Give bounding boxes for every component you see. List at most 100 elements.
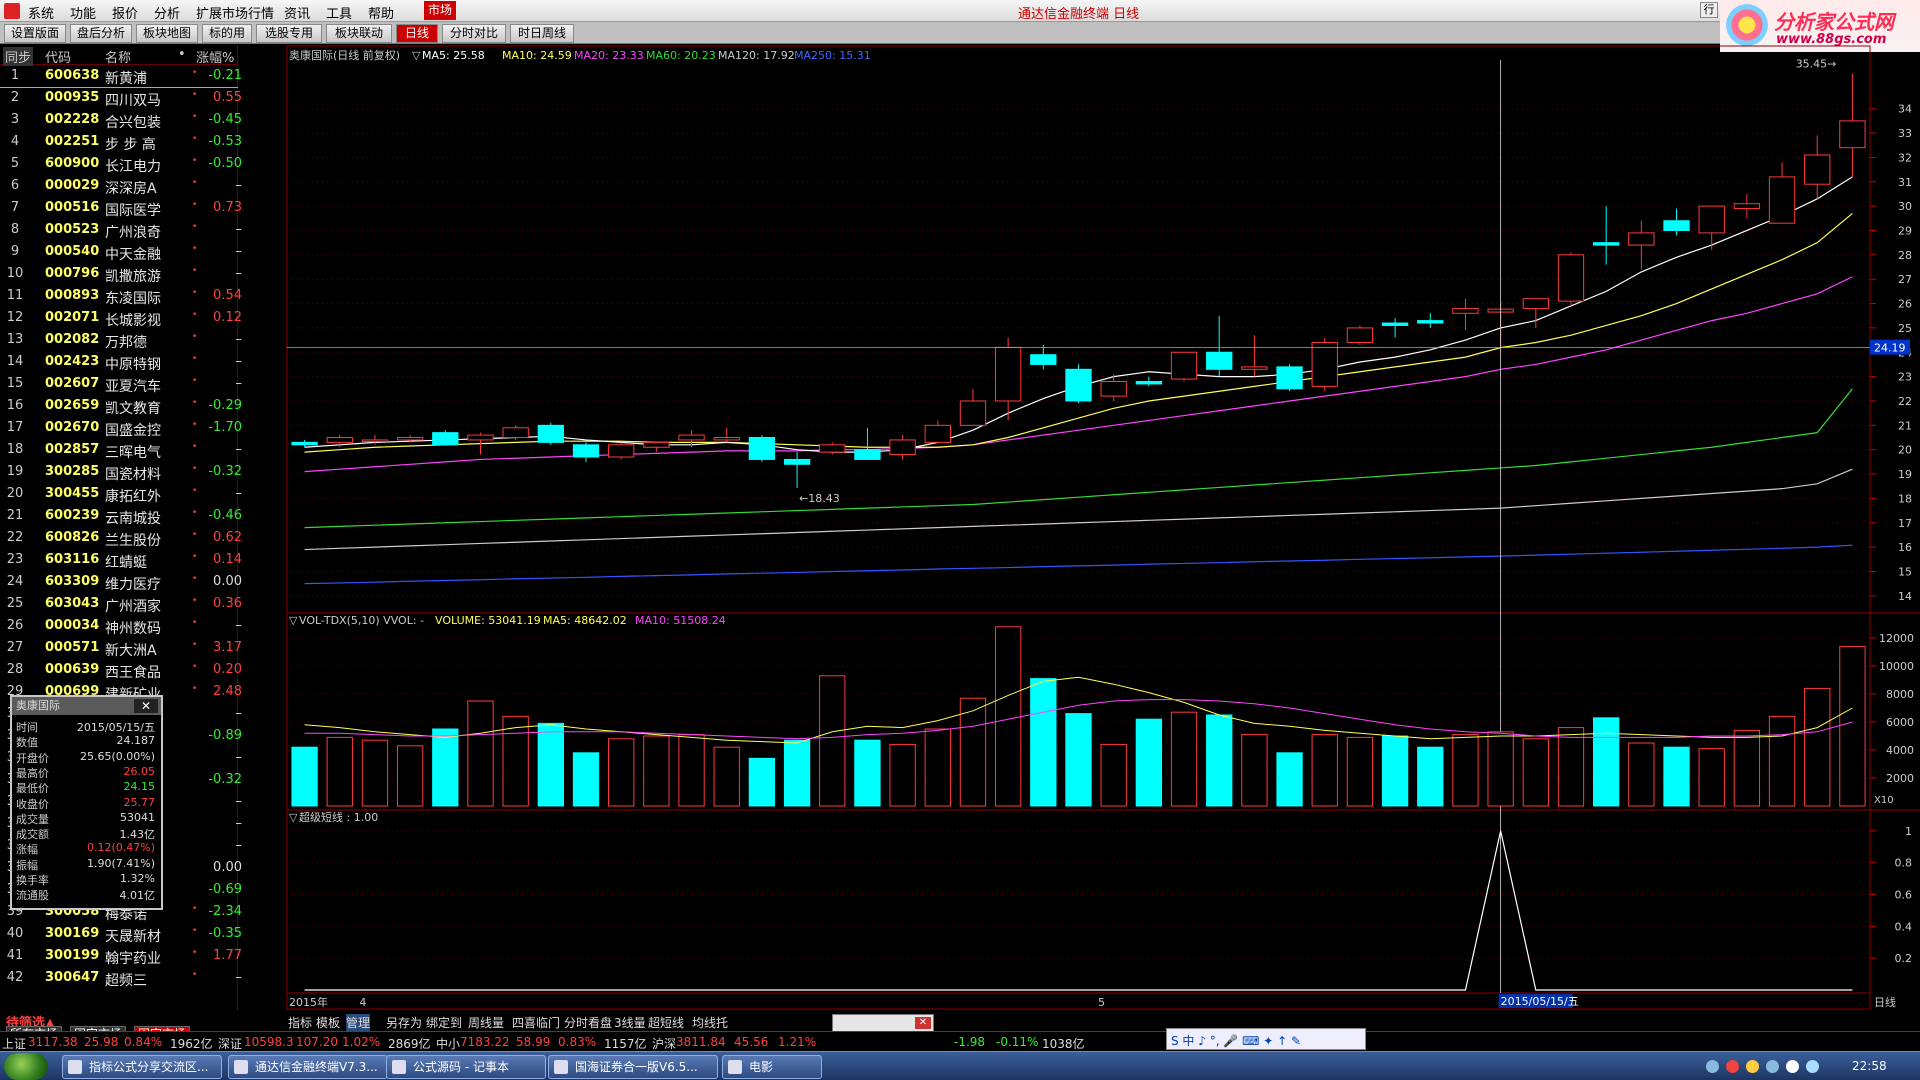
mini-close-icon[interactable]: ✕ [915,1017,931,1029]
candle-body[interactable] [1135,380,1163,385]
volume-bar[interactable] [1768,715,1796,807]
candle-body[interactable] [1276,366,1303,390]
volume-bar[interactable] [361,739,389,807]
candle-body[interactable] [326,437,353,443]
volume-bar[interactable] [854,739,881,807]
candle-body[interactable] [748,437,776,460]
volume-bar[interactable] [291,746,318,807]
window-control-button[interactable]: 行 [1700,2,1718,18]
tab-stock-picking[interactable]: 选股专用 [256,24,322,43]
indicator-dropdown-icon[interactable]: ▽ [289,811,298,824]
volume-bar[interactable] [1557,727,1585,807]
volume-bar[interactable] [1065,713,1092,807]
toolbar-item[interactable]: 指标 [288,1014,312,1031]
volume-bar[interactable] [326,736,353,807]
toolbar-item[interactable]: 均线托 [692,1014,728,1031]
toolbar-item[interactable]: 模板 [316,1014,340,1031]
tab-target[interactable]: 标的用 [202,24,252,43]
volume-bar[interactable] [1346,736,1374,807]
volume-dropdown-icon[interactable]: ▽ [289,614,298,627]
volume-bar[interactable] [1241,734,1268,807]
stock-row[interactable]: 14 002423 中原特钢 – • [0,352,242,374]
stock-row[interactable]: 13 002082 万邦德 – • [0,330,242,352]
stock-row[interactable]: 1 600638 新黄浦 -0.21 • [0,66,242,88]
candle-body[interactable] [1417,320,1444,324]
candle-body[interactable] [1733,203,1761,210]
stock-row[interactable]: 6 000029 深深房A – • [0,176,242,198]
sync-button[interactable]: 同步 [3,47,34,66]
candle-body[interactable] [1768,176,1796,224]
candle-body[interactable] [1170,351,1198,380]
toolbar-item[interactable]: 另存为 [386,1014,422,1031]
stock-row[interactable]: 17 002670 国盛金控 -1.70 • [0,418,242,440]
market-button[interactable]: 市场 [424,1,456,20]
volume-bar[interactable] [713,746,740,807]
taskbar-task[interactable]: 指标公式分享交流区... [62,1055,222,1079]
volume-bar[interactable] [1452,734,1479,807]
tray-icon-2[interactable] [1726,1060,1739,1073]
menu-news[interactable]: 资讯 [284,3,310,22]
ime-toolbar[interactable]: S 中 ♪ °, 🎤 ⌨ ✦ ↑ ✎ [1166,1028,1366,1050]
candle-body[interactable] [1206,351,1233,370]
tray-icon-4[interactable] [1766,1060,1779,1073]
candle-body[interactable] [643,441,670,448]
volume-bar[interactable] [1135,718,1163,807]
tray-icon-1[interactable] [1706,1060,1719,1073]
tab-sector-map[interactable]: 板块地图 [136,24,198,43]
candle-body[interactable] [572,444,600,458]
toolbar-item[interactable]: 绑定到 [426,1014,462,1031]
candle-body[interactable] [1030,354,1057,365]
candle-body[interactable] [889,439,916,456]
volume-bar[interactable] [1417,746,1444,807]
tab-sector-link[interactable]: 板块联动 [326,24,392,43]
volume-bar[interactable] [572,752,600,807]
candle-body[interactable] [396,437,424,441]
toolbar-item[interactable]: 超短线 [648,1014,684,1031]
candle-body[interactable] [994,346,1022,402]
candle-body[interactable] [1065,368,1092,402]
tab-layout-settings[interactable]: 设置版面 [4,24,66,43]
stock-row[interactable]: 23 603116 红蜻蜓 0.14 • [0,550,242,572]
tab-weekly[interactable]: 时日周线 [510,24,574,43]
volume-bar[interactable] [1522,738,1549,807]
stock-row[interactable]: 24 603309 维力医疗 0.00 • [0,572,242,594]
toolbar-item[interactable]: 管理 [346,1014,371,1031]
volume-bar[interactable] [1698,748,1725,807]
stock-row[interactable]: 11 000893 东凌国际 0.54 • [0,286,242,308]
volume-bar[interactable] [1311,734,1338,807]
volume-bar[interactable] [678,734,705,807]
candle-body[interactable] [1100,380,1127,397]
menu-tools[interactable]: 工具 [326,3,352,22]
popup-close-icon[interactable]: ✕ [134,699,158,713]
volume-bar[interactable] [783,739,811,807]
toolbar-item[interactable]: 3线量 [614,1014,646,1031]
volume-bar[interactable] [1804,687,1831,807]
candle-body[interactable] [1804,154,1831,185]
volume-bar[interactable] [1170,711,1198,807]
network-icon[interactable] [1806,1060,1819,1073]
stock-row[interactable]: 28 000639 西王食品 0.20 • [0,660,242,682]
stock-row[interactable]: 7 000516 国际医学 0.73 • [0,198,242,220]
stock-row[interactable]: 25 603043 广州酒家 0.36 • [0,594,242,616]
volume-bar[interactable] [1733,729,1761,807]
candle-body[interactable] [502,427,529,439]
volume-bar[interactable] [748,757,776,807]
volume-bar[interactable] [396,745,424,807]
candle-body[interactable] [678,434,705,441]
volume-bar[interactable] [467,700,494,807]
toolbar-item[interactable]: 周线量 [468,1014,504,1031]
stock-row[interactable]: 21 600239 云南城投 -0.46 • [0,506,242,528]
stock-row[interactable]: 15 002607 亚夏汽车 – • [0,374,242,396]
candle-body[interactable] [1346,327,1374,344]
candle-body[interactable] [959,400,987,426]
stock-row[interactable]: 41 300199 翰宇药业 1.77 • [0,946,242,968]
candle-body[interactable] [291,441,318,446]
candle-body[interactable] [924,424,951,443]
menu-function[interactable]: 功能 [70,3,96,22]
candle-body[interactable] [537,424,564,443]
volume-bar[interactable] [1100,743,1127,807]
volume-bar[interactable] [608,738,635,807]
volume-bar[interactable] [537,722,564,807]
volume-bar[interactable] [1030,678,1057,807]
header-code[interactable]: 代码 [45,47,71,66]
